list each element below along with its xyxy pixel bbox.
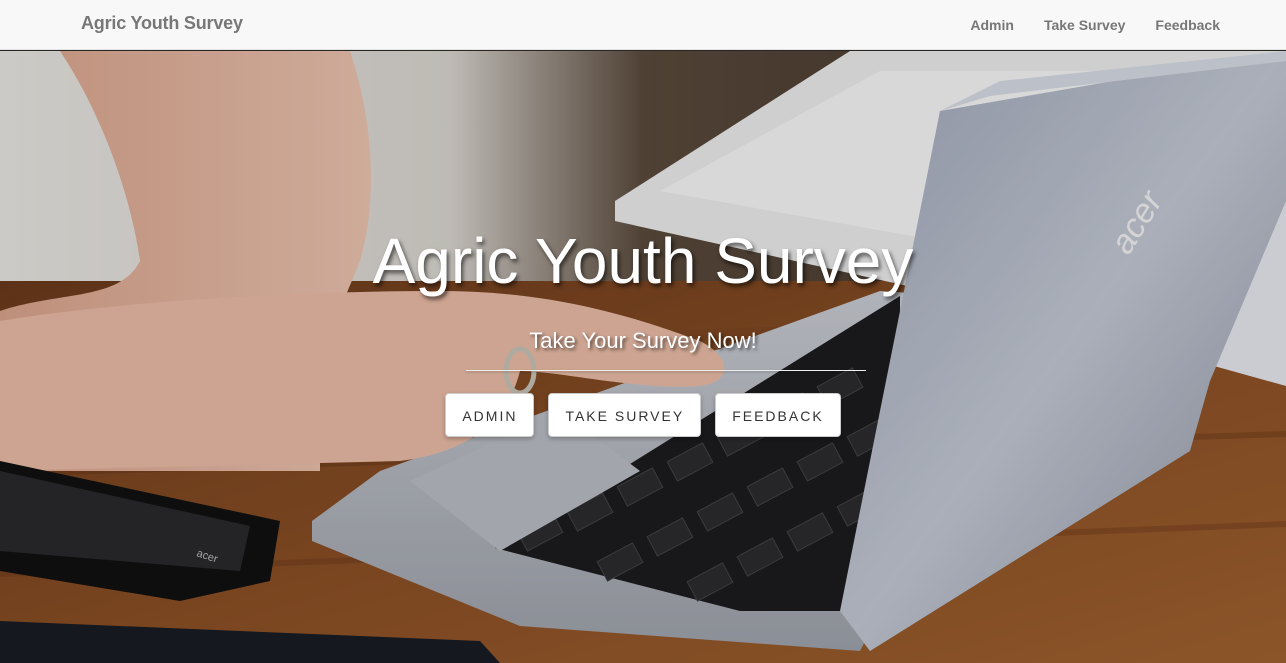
admin-button[interactable]: ADMIN xyxy=(445,393,535,437)
hero-divider xyxy=(466,370,866,371)
nav-link-admin[interactable]: Admin xyxy=(970,17,1014,33)
hero-button-group: ADMIN TAKE SURVEY FEEDBACK xyxy=(0,393,1286,437)
nav-links: Admin Take Survey Feedback xyxy=(940,0,1220,50)
feedback-button[interactable]: FEEDBACK xyxy=(715,393,841,437)
brand-link[interactable]: Agric Youth Survey xyxy=(81,13,243,34)
hero-section: acer acer Agric Youth Survey Take Your S… xyxy=(0,51,1286,663)
nav-link-feedback[interactable]: Feedback xyxy=(1155,17,1220,33)
take-survey-button[interactable]: TAKE SURVEY xyxy=(548,393,702,437)
hero-content: Agric Youth Survey Take Your Survey Now!… xyxy=(0,51,1286,663)
hero-subtitle: Take Your Survey Now! xyxy=(529,328,757,353)
nav-link-take-survey[interactable]: Take Survey xyxy=(1044,17,1125,33)
hero-title: Agric Youth Survey xyxy=(372,225,914,297)
top-navbar: Agric Youth Survey Admin Take Survey Fee… xyxy=(0,0,1286,50)
